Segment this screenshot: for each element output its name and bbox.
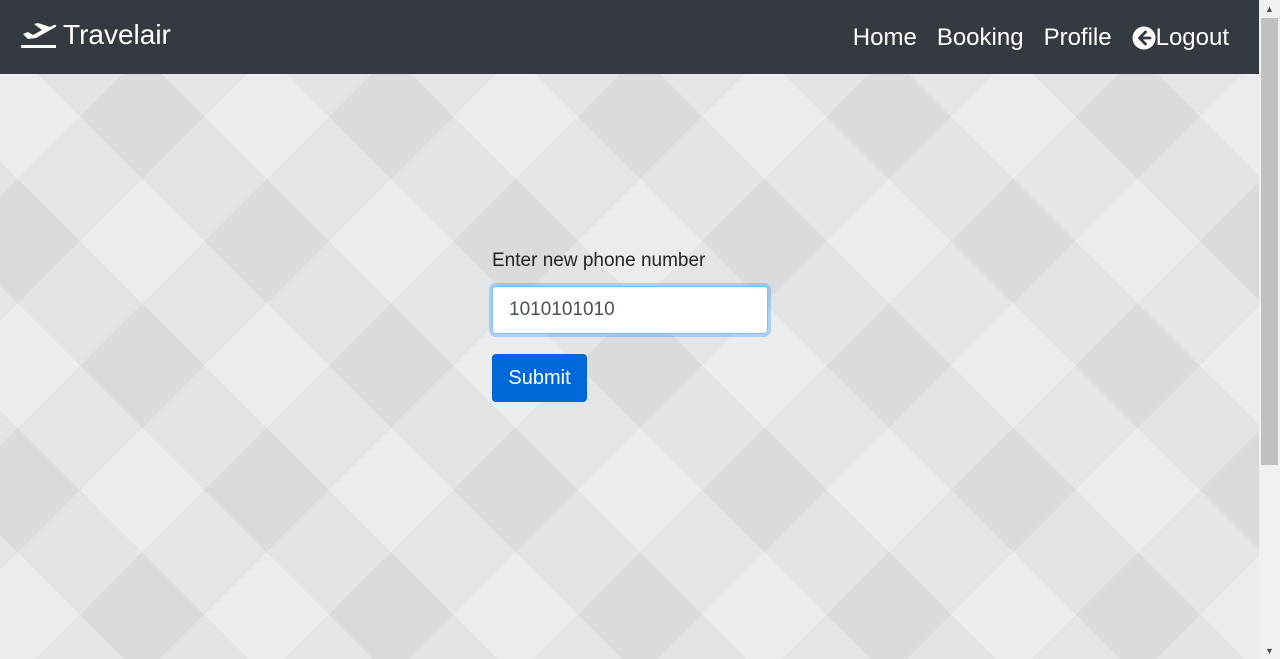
nav-profile-link[interactable]: Profile <box>1044 22 1112 54</box>
nav-booking-link[interactable]: Booking <box>937 22 1024 54</box>
top-navbar: Travelair Home Booking Profile Logout <box>0 0 1259 74</box>
phone-label: Enter new phone number <box>492 250 706 271</box>
scroll-down-arrow-icon[interactable]: ▼ <box>1259 642 1280 659</box>
phone-input[interactable] <box>492 286 768 334</box>
phone-update-form: Enter new phone number Submit <box>492 248 768 402</box>
brand-name: Travelair <box>63 19 171 50</box>
arrow-circle-left-icon <box>1132 26 1156 50</box>
nav-home-link[interactable]: Home <box>853 22 917 54</box>
nav-logout-link[interactable]: Logout <box>1132 22 1229 54</box>
scroll-up-arrow-icon[interactable]: ▲ <box>1259 0 1280 17</box>
vertical-scrollbar[interactable]: ▲ ▼ <box>1259 0 1280 659</box>
submit-button[interactable]: Submit <box>492 354 587 402</box>
scrollbar-thumb[interactable] <box>1261 18 1278 465</box>
plane-departure-icon <box>21 23 57 48</box>
nav-links: Home Booking Profile Logout <box>853 22 1229 54</box>
nav-logout-label: Logout <box>1155 24 1229 51</box>
brand-link[interactable]: Travelair <box>20 18 171 52</box>
